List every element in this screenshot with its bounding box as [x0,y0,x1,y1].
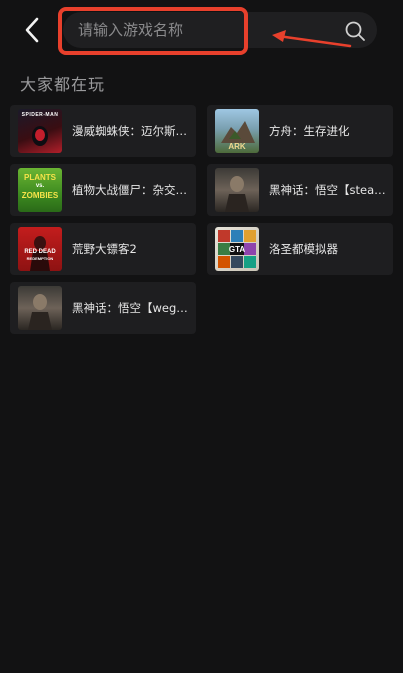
game-name: 黑神话：悟空【steam... [269,183,387,197]
game-card-gta[interactable]: GTA 洛圣都模拟器 [207,223,393,275]
game-name: 方舟：生存进化 [269,124,350,138]
spiderman-cover-icon: SPIDER-MAN [18,109,62,153]
game-card-pvz[interactable]: PLANTS vs. ZOMBIES 植物大战僵尸：杂交版... [10,164,196,216]
game-card-wukong-wegame[interactable]: 黑神话：悟空【wegam... [10,282,196,334]
gta-cover-icon: GTA [215,227,259,271]
game-card-rdr2[interactable]: RED DEAD REDEMPTION 荒野大镖客2 [10,223,196,275]
pvz-cover-icon: PLANTS vs. ZOMBIES [18,168,62,212]
game-name: 洛圣都模拟器 [269,242,338,256]
game-name: 漫威蜘蛛侠：迈尔斯.莫... [72,124,190,138]
game-card-spiderman[interactable]: SPIDER-MAN 漫威蜘蛛侠：迈尔斯.莫... [10,105,196,157]
section-title: 大家都在玩 [20,75,106,94]
back-button[interactable] [18,14,46,46]
game-grid: SPIDER-MAN 漫威蜘蛛侠：迈尔斯.莫... ARK 方舟：生存进化 PL… [10,105,393,334]
chevron-left-icon [25,17,39,43]
game-name: 植物大战僵尸：杂交版... [72,183,190,197]
rdr2-cover-icon: RED DEAD REDEMPTION [18,227,62,271]
ark-cover-icon: ARK [215,109,259,153]
game-card-wukong-steam[interactable]: 黑神话：悟空【steam... [207,164,393,216]
game-card-ark[interactable]: ARK 方舟：生存进化 [207,105,393,157]
game-name: 黑神话：悟空【wegam... [72,301,190,315]
wukong-cover-icon [18,286,62,330]
game-name: 荒野大镖客2 [72,242,137,256]
search-icon[interactable] [344,20,366,42]
top-bar [0,0,403,62]
search-input[interactable] [78,19,238,41]
wukong-cover-icon [215,168,259,212]
